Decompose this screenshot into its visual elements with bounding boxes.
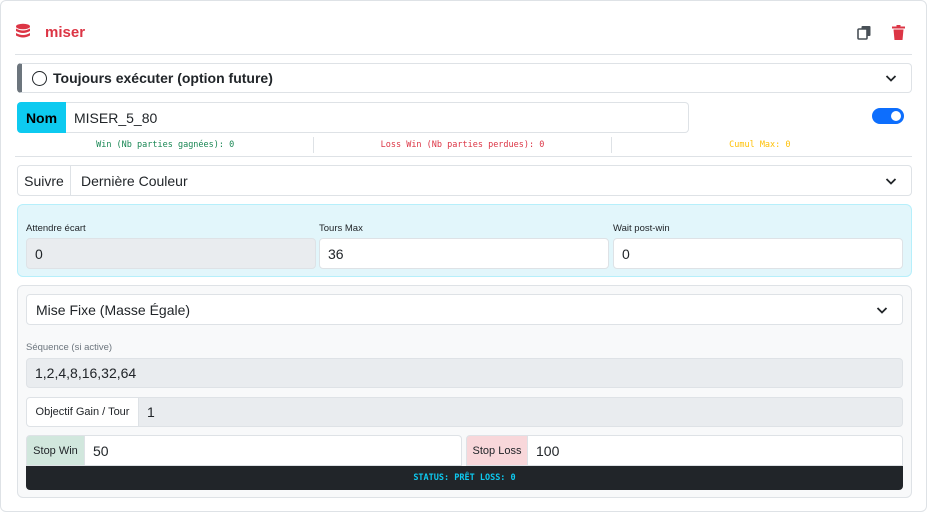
stop-win-input[interactable]: 50 [85,435,462,466]
objective-input-group: Objectif Gain / Tour 1 [26,397,903,427]
wait-gap-label: Attendre écart [26,223,86,234]
objective-input[interactable]: 1 [139,397,903,427]
name-addon: Nom [17,102,66,133]
cumul-max: Cumul Max: 0 [610,137,908,153]
name-input-group: Nom MISER_5_80 [17,102,689,133]
wait-post-win-input[interactable]: 0 [613,238,903,269]
wait-post-win-label: Wait post-win [613,223,670,234]
divider [15,54,912,55]
chevron-down-icon [876,307,888,314]
stop-loss-group: Stop Loss 100 [466,435,903,466]
always-execute-toggle[interactable]: Toujours exécuter (option future) [17,63,912,93]
wait-gap-input[interactable]: 0 [26,238,316,269]
trash-icon[interactable] [890,23,906,41]
chevron-down-icon[interactable] [885,72,897,84]
follow-input-group: Suivre Dernière Couleur [17,165,912,196]
sequence-label: Séquence (si active) [26,342,113,353]
status-bar: STATUS: PRÊT LOSS: 0 [26,466,903,490]
header-actions [856,23,906,41]
bet-mode-select[interactable]: Mise Fixe (Masse Égale) [26,294,903,325]
stop-loss-input[interactable]: 100 [528,435,903,466]
switch-knob [891,111,901,121]
enable-switch[interactable] [872,108,904,124]
page-title: miser [45,23,86,41]
objective-addon: Objectif Gain / Tour [26,397,139,427]
stats-row: Win (Nb parties gagnées): 0 Loss Win (Nb… [17,137,908,153]
stop-win-group: Stop Win 50 [26,435,462,466]
strategy-card: miser Toujours exécuter (option future) [0,0,927,512]
card-header: miser [15,19,912,45]
follow-select[interactable]: Dernière Couleur [71,166,911,195]
chevron-down-icon [885,178,897,185]
max-turns-input[interactable]: 36 [319,238,609,269]
copy-icon[interactable] [856,23,872,41]
timing-params-panel: Attendre écart 0 Tours Max 36 Wait post-… [17,204,912,277]
win-count: Win (Nb parties gagnées): 0 [96,140,235,150]
stop-loss-addon: Stop Loss [466,435,528,466]
divider [15,156,912,157]
follow-select-value: Dernière Couleur [81,172,188,189]
max-turns-label: Tours Max [319,223,363,234]
bet-settings-panel: Mise Fixe (Masse Égale) Séquence (si act… [17,285,912,498]
database-icon [15,23,33,41]
follow-addon: Suivre [18,166,71,195]
bet-mode-value: Mise Fixe (Masse Égale) [36,301,191,318]
loss-count: Loss Win (Nb parties perdues): 0 [313,137,610,153]
sequence-input[interactable]: 1,2,4,8,16,32,64 [26,358,903,388]
always-execute-label: Toujours exécuter (option future) [53,70,273,86]
stop-win-addon: Stop Win [26,435,85,466]
name-input[interactable]: MISER_5_80 [66,102,689,133]
radio-icon[interactable] [32,70,47,86]
